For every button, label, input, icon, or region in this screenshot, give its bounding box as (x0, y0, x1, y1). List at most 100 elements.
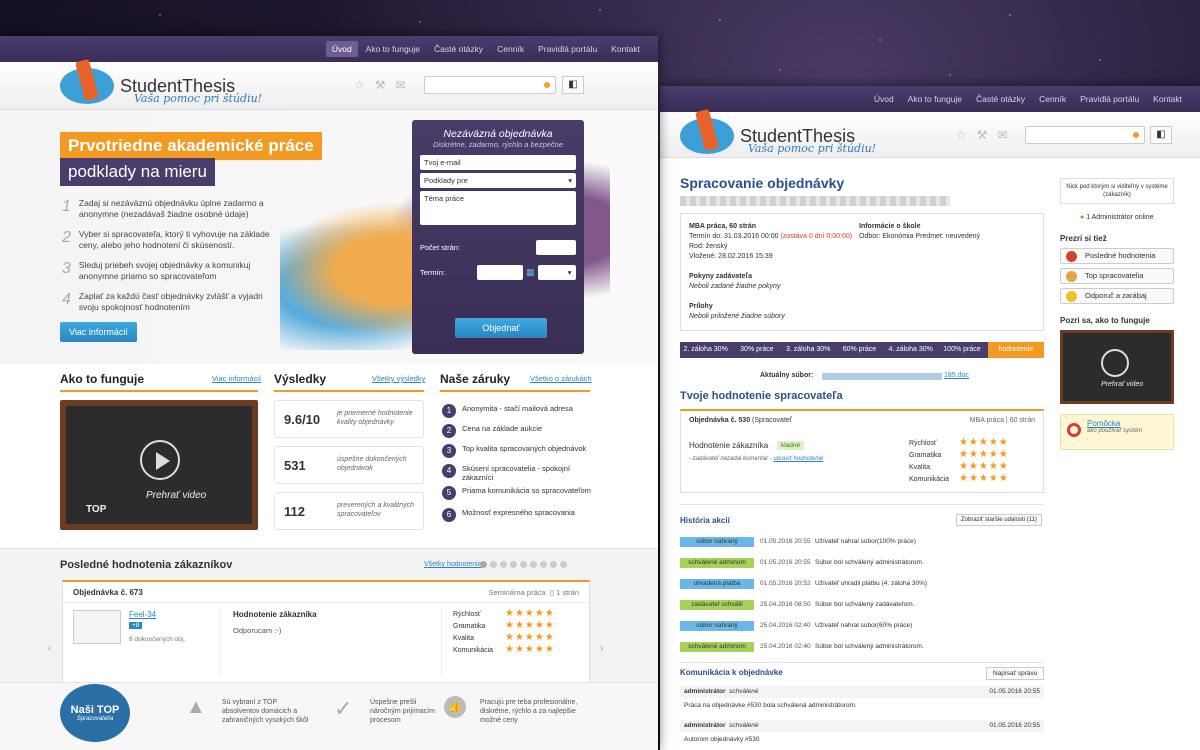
lifebuoy-icon (1067, 423, 1081, 437)
history-date: 25.04.2016 02:40 (760, 622, 811, 629)
nav-pravidla[interactable]: Pravidlá portálu (1074, 91, 1145, 107)
play-icon[interactable] (140, 440, 180, 480)
video-label: Prehrať video (1101, 381, 1144, 388)
hero-title: Prvotriedne akademické práce (60, 132, 322, 160)
tools-icon[interactable]: ⚒ (977, 128, 988, 142)
history-date: 01.05.2016 20:55 (760, 538, 811, 545)
rating-stars: ★★★★★ (959, 437, 1009, 448)
nav-uvod[interactable]: Úvod (868, 91, 900, 107)
help-link[interactable]: Pomôcka (1087, 419, 1169, 428)
review-order-number: Objednávka č. 673 (73, 588, 143, 597)
nav-ako-to-funguje[interactable]: Ako to funguje (360, 41, 426, 57)
guarantee-text: Skúsení spracovatelia - spokojní zákazní… (462, 464, 570, 482)
header: StudentThesis Vaša pomoc pri štúdiu! ☆ ⚒ ✉… (0, 62, 658, 110)
mail-icon[interactable]: ✉ (998, 128, 1008, 142)
carousel-dots[interactable] (480, 561, 567, 568)
latest-ratings-link[interactable]: Posledné hodnotenia (1060, 248, 1174, 264)
message-sender: administrátor (684, 688, 726, 695)
top-workers-link[interactable]: Top spracovatelia (1060, 268, 1174, 284)
criterion-label: Komunikácia (453, 647, 494, 654)
review-criteria: Rýchlosť ★★★★★ Gramatika ★★★★★ Kvalita ★★★★… (453, 608, 555, 656)
star-icon[interactable]: ☆ (956, 128, 967, 142)
progress-step: 4. záloha 30% (885, 342, 937, 358)
help-sub: ako používať systém (1087, 428, 1143, 434)
guarantee-item: 5 Priama komunikácia so spracovateľom (442, 486, 602, 500)
calendar-icon[interactable]: ▦ (526, 267, 535, 278)
user-select[interactable] (424, 76, 556, 94)
pages-field[interactable] (536, 240, 576, 255)
order-detail-page: Úvod Ako to funguje Časté otázky Cenník … (660, 86, 1200, 750)
message-sender: administrátor (684, 722, 726, 729)
top-workers-badge[interactable]: Naši TOP Spracovatelia (60, 684, 130, 742)
rating-heading: Tvoje hodnotenie spracovateľa (680, 390, 843, 402)
star-icon[interactable]: ☆ (354, 78, 365, 92)
step-item: 3 Sleduj priebeh svojej objednávky a komu… (62, 260, 272, 282)
browse-label: Odporuč a zarábaj (1085, 291, 1147, 300)
submit-order-button[interactable]: Objednať (455, 318, 547, 338)
nav-caste-otazky[interactable]: Časté otázky (428, 41, 489, 57)
stat-desc: je priemerné hodnotenie kvality objednáv… (337, 410, 413, 426)
order-form: Nezáväzná objednávka Diskrétne, zadarmo,… (412, 120, 584, 354)
rating-stars: ★★★★★ (505, 608, 555, 619)
top-badge-text: Naši TOP (70, 704, 120, 716)
instructions-heading: Pokyny zadávateľa (689, 273, 753, 280)
current-file-suffix[interactable]: 185.doc (944, 372, 969, 379)
user-select[interactable] (1025, 126, 1145, 144)
criterion-label: Kvalita (909, 464, 931, 471)
logout-button[interactable]: ◧ (562, 76, 584, 94)
edit-rating-link[interactable]: upraviť hodnotenie (773, 456, 823, 462)
logout-button[interactable]: ◧ (1150, 126, 1172, 144)
attachments-heading: Prílohy (689, 303, 713, 310)
all-results-link[interactable]: Všetky výsledky (372, 374, 425, 383)
help-box[interactable]: Pomôcka ako používať systém (1060, 414, 1174, 450)
nav-uvod[interactable]: Úvod (325, 41, 358, 57)
criterion-label: Gramatika (909, 452, 942, 459)
reviewer-completed: 8 dokončených obj. (129, 636, 186, 643)
guarantees-link[interactable]: Všetko o zárukách (530, 374, 592, 383)
history-row: súbor nahraný 01.05.2016 20:55 Užívateľ na… (680, 536, 1044, 548)
history-row: schválené adminom 25.04.2016 02:40 Súbor b… (680, 641, 1044, 653)
video-thumbnail[interactable]: Prehrať video (1060, 330, 1174, 404)
nav-cennik[interactable]: Cenník (1033, 91, 1072, 107)
nav-kontakt[interactable]: Kontakt (605, 41, 646, 57)
referral-link[interactable]: Odporuč a zarábaj (1060, 288, 1174, 304)
avatar[interactable] (73, 610, 121, 644)
communication-heading: Komunikácia k objednávke (680, 668, 783, 677)
message-1: administrátor schválené 01.05.2016 20:55 … (680, 686, 1044, 714)
play-icon (1101, 349, 1129, 377)
nav-cennik[interactable]: Cenník (491, 41, 530, 57)
rating-positive-badge: kladné (777, 441, 805, 450)
deadline-label: Termín: (420, 268, 446, 277)
write-message-button[interactable]: Napísať správu (986, 667, 1045, 680)
stat-card: 531 úspešne dokončených objednávok (274, 446, 424, 484)
nav-caste-otazky[interactable]: Časté otázky (970, 91, 1031, 107)
message-date: 01.05.2016 20:55 (989, 722, 1040, 729)
rating-stars: ★★★★★ (959, 461, 1009, 472)
deadline-date-field[interactable] (477, 265, 523, 280)
nav-pravidla[interactable]: Pravidlá portálu (532, 41, 603, 57)
next-arrow-icon[interactable]: › (600, 643, 603, 654)
nav-ako-to-funguje[interactable]: Ako to funguje (902, 91, 968, 107)
reviewer-name[interactable]: Feel-34 (129, 610, 156, 619)
deadline-time-select[interactable]: ▾ (537, 265, 576, 280)
prev-arrow-icon[interactable]: ‹ (48, 643, 51, 654)
mail-icon[interactable]: ✉ (396, 78, 406, 92)
history-text: Súbor bol schválený administrátorom. (815, 643, 924, 650)
nav-kontakt[interactable]: Kontakt (1147, 91, 1188, 107)
email-field[interactable]: Tvoj e-mail (420, 155, 576, 170)
current-file-link[interactable] (822, 373, 942, 380)
chevron-down-icon: ▾ (568, 176, 572, 185)
show-older-events-button[interactable]: Zobraziť staršie udalosti (11) (956, 514, 1042, 526)
order-inserted: Vložené: 28.02.2016 15:39 (689, 253, 773, 260)
footer-text: Pracujú pre teba profesionálne, diskrétn… (480, 699, 578, 724)
customer-comment: - zadávateľ nezadal komentár - (689, 456, 772, 462)
topic-field[interactable]: Téma práce (420, 191, 576, 225)
more-info-button[interactable]: Viac informácií (60, 322, 137, 342)
video-player[interactable]: Prehrať video TOP (60, 400, 258, 530)
step-text: Sleduj priebeh svojej objednávky a komun… (78, 260, 251, 281)
all-reviews-link[interactable]: Všetky hodnotenia (424, 561, 482, 568)
type-select[interactable]: Podklady pre ▾ (420, 173, 576, 188)
rating-stars: ★★★★★ (959, 449, 1009, 460)
how-more-link[interactable]: Viac informácií (212, 374, 261, 383)
tools-icon[interactable]: ⚒ (375, 78, 386, 92)
